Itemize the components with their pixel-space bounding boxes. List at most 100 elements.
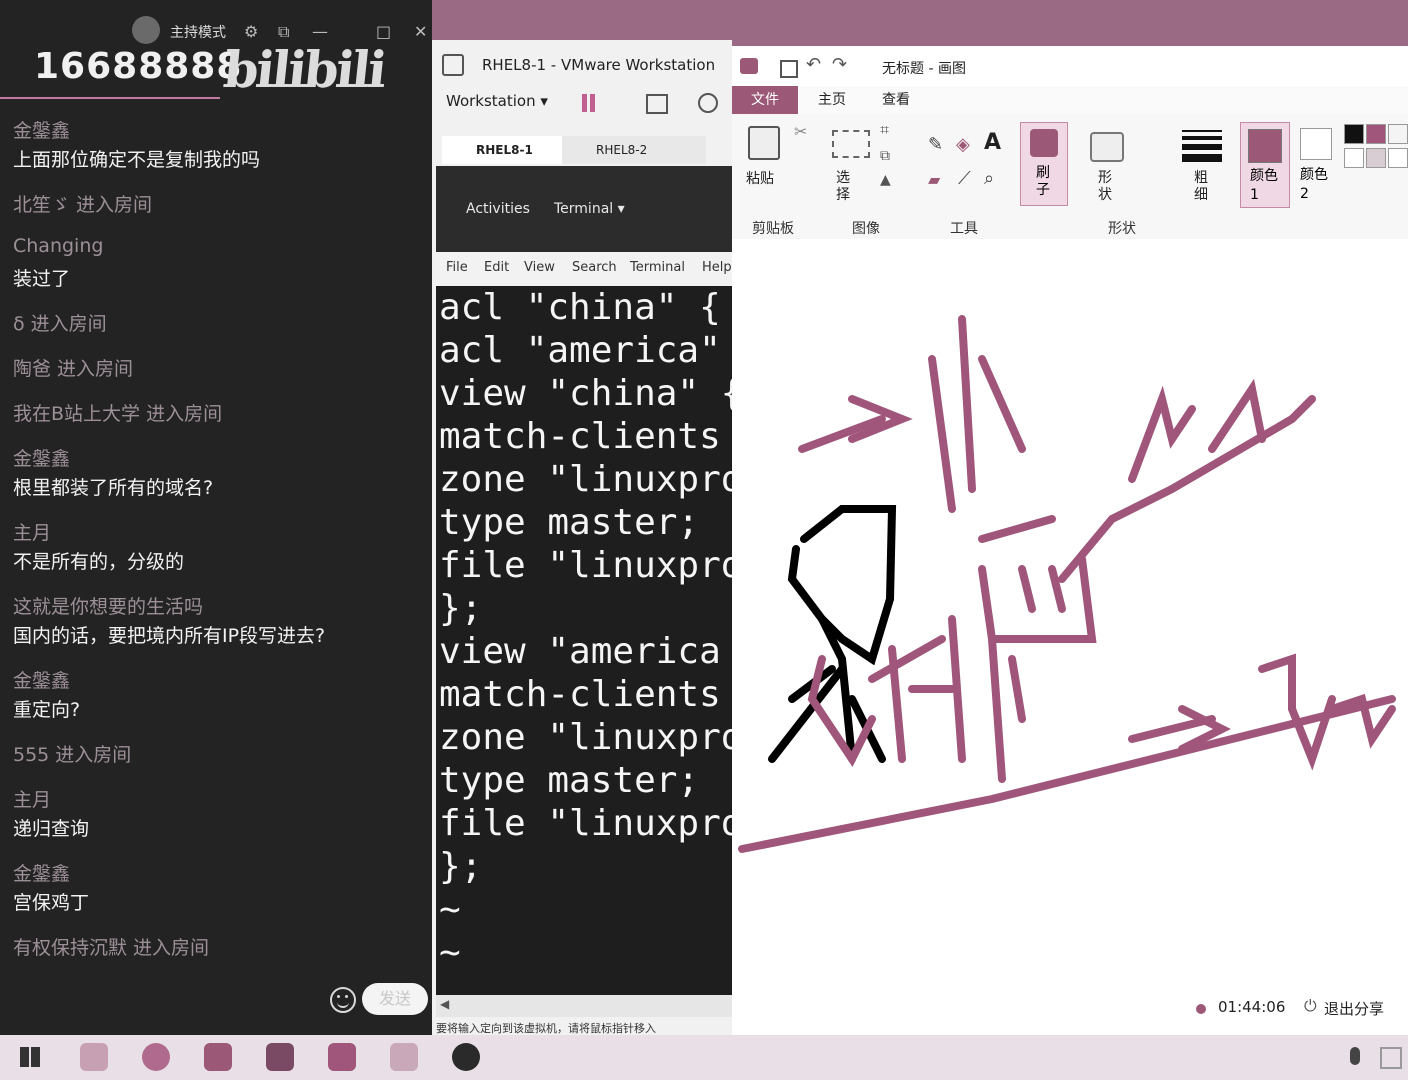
terminal-menubar: File Edit View Search Terminal Help (436, 252, 732, 286)
chat-username[interactable]: 金鎜鑫 (13, 666, 70, 693)
chat-username[interactable]: 这就是你想要的生活吗 (13, 592, 203, 619)
select-button[interactable]: 选择 (836, 170, 852, 204)
color-picker-icon[interactable]: ⟋ (958, 168, 971, 189)
tab-view[interactable]: 查看 (882, 86, 910, 114)
workstation-menu-label: Workstation (446, 92, 536, 110)
editor-app-icon[interactable] (328, 1043, 356, 1071)
tab-file[interactable]: 文件 (732, 86, 798, 114)
color2-label: 颜色 2 (1300, 167, 1328, 202)
maximize-icon[interactable]: □ (376, 22, 391, 41)
clock-icon[interactable] (698, 93, 718, 113)
redo-icon[interactable]: ↷ (832, 54, 847, 75)
microphone-icon[interactable] (1350, 1047, 1360, 1065)
text-icon[interactable]: A (984, 130, 1001, 155)
size-button[interactable]: 粗细 (1194, 170, 1210, 204)
scroll-left-icon[interactable]: ◀ (440, 997, 449, 1011)
fill-icon[interactable]: ◈ (956, 134, 970, 155)
settings-icon[interactable]: ⚙ (244, 22, 258, 41)
group-tools: 工具 (950, 221, 978, 237)
activities-button[interactable]: Activities (466, 201, 530, 217)
terminal-line: ~ (439, 889, 461, 930)
undo-icon[interactable]: ↶ (806, 54, 821, 75)
magnifier-icon[interactable]: ⌕ (984, 168, 994, 189)
palette-swatch[interactable] (1366, 124, 1386, 144)
size-icon[interactable] (1182, 130, 1222, 162)
chat-message-text: 不是所有的，分级的 (13, 551, 185, 573)
rotate-icon[interactable]: ▲ (880, 172, 891, 188)
host-mode-label[interactable]: 主持模式 (170, 22, 226, 42)
chat-username[interactable]: 主月 (13, 785, 51, 812)
vm-scrollbar[interactable]: ◀ (436, 995, 732, 1017)
paint-window: ↶ ↷ 无标题 - 画图 文件 主页 查看 粘贴 ✂ 选择 ⌗ ⧉ ▲ ✎ ◈ … (732, 46, 1408, 1035)
chat-message-text: 上面那位确定不是复制我的吗 (13, 149, 261, 171)
palette-swatch[interactable] (1344, 148, 1364, 168)
terminal-line: ~ (439, 932, 461, 973)
color-palette[interactable] (1344, 124, 1408, 204)
chat-username[interactable]: 金鎜鑫 (13, 116, 70, 143)
media-app-icon[interactable] (266, 1043, 294, 1071)
palette-swatch[interactable] (1388, 124, 1408, 144)
chat-username[interactable]: 主月 (13, 518, 51, 545)
vmware-title: RHEL8-1 - VMware Workstation (482, 56, 716, 74)
avatar[interactable] (132, 16, 160, 44)
vmware-taskbar-icon[interactable] (204, 1043, 232, 1071)
terminal-menu-search[interactable]: Search (572, 260, 617, 275)
exit-share-icon[interactable]: ⏻ (1304, 996, 1317, 1016)
windows-start-icon[interactable] (20, 1047, 40, 1067)
vmware-window: RHEL8-1 - VMware Workstation Workstation… (432, 40, 732, 1035)
popout-icon[interactable]: ⧉ (278, 22, 289, 42)
shapes-button[interactable]: 形状 (1098, 170, 1114, 204)
paint-app-icon (740, 58, 758, 74)
exit-share-button[interactable]: 退出分享 (1324, 998, 1384, 1019)
eraser-icon[interactable]: ▰ (928, 170, 940, 189)
terminal-line: acl "america" (439, 330, 721, 371)
snapshot-icon[interactable] (646, 94, 668, 114)
tab-rhel8-2[interactable]: RHEL8-2 (562, 136, 706, 164)
select-icon[interactable] (832, 130, 870, 158)
workstation-menu[interactable]: Workstation ▾ (446, 92, 548, 110)
pencil-icon[interactable]: ✎ (928, 134, 943, 155)
terminal-menu-terminal[interactable]: Terminal (630, 260, 685, 275)
palette-swatch[interactable] (1388, 148, 1408, 168)
chat-username[interactable]: Changing (13, 235, 103, 257)
terminal-menu-edit[interactable]: Edit (484, 260, 509, 275)
chrome-icon[interactable] (142, 1043, 170, 1071)
tab-home[interactable]: 主页 (818, 86, 846, 114)
chat-username[interactable]: 金鎜鑫 (13, 859, 70, 886)
chat-message-text: 根里都装了所有的域名? (13, 477, 214, 499)
paste-button[interactable]: 粘贴 (746, 168, 774, 188)
emoji-icon[interactable] (330, 987, 356, 1013)
paint-canvas[interactable] (732, 239, 1408, 999)
paint-taskbar-icon[interactable] (390, 1043, 418, 1071)
color2-button[interactable]: 颜色 2 (1294, 122, 1340, 206)
terminal-output[interactable]: acl "china" {acl "america" view "china" {… (436, 286, 732, 996)
terminal-menu-view[interactable]: View (524, 260, 555, 275)
send-button[interactable]: 发送 (362, 983, 428, 1015)
close-icon[interactable]: ✕ (414, 22, 427, 41)
share-status-bar: 01:44:06 ⏻ 退出分享 (732, 986, 1408, 1035)
vmware-icon (442, 54, 464, 76)
chat-username[interactable]: 金鎜鑫 (13, 444, 70, 471)
pause-icon[interactable] (582, 94, 587, 112)
terminal-menu-help[interactable]: Help (702, 260, 732, 275)
group-clipboard: 剪贴板 (752, 221, 794, 237)
paste-icon[interactable] (748, 126, 780, 160)
color1-button[interactable]: 颜色 1 (1240, 122, 1290, 208)
resize-icon[interactable]: ⧉ (880, 148, 890, 164)
obs-icon[interactable] (452, 1043, 480, 1071)
cut-icon[interactable]: ✂ (794, 122, 807, 141)
shapes-icon[interactable] (1090, 132, 1124, 162)
minimize-icon[interactable]: — (312, 22, 328, 41)
save-icon[interactable] (780, 60, 798, 78)
palette-swatch[interactable] (1344, 124, 1364, 144)
chat-panel: 主持模式 ⚙ ⧉ — □ ✕ 16688888 bilibili 金鎜鑫 上面那位… (0, 0, 432, 1035)
terminal-app-menu[interactable]: Terminal ▾ (554, 201, 625, 217)
palette-swatch[interactable] (1366, 148, 1386, 168)
crop-icon[interactable]: ⌗ (880, 120, 889, 140)
color1-swatch (1248, 129, 1282, 163)
terminal-menu-file[interactable]: File (446, 260, 468, 275)
notification-icon[interactable] (1380, 1047, 1402, 1069)
brush-button[interactable]: 刷子 (1020, 122, 1068, 206)
chat-message-text: 国内的话，要把境内所有IP段写进去? (13, 625, 326, 647)
file-explorer-icon[interactable] (80, 1043, 108, 1071)
